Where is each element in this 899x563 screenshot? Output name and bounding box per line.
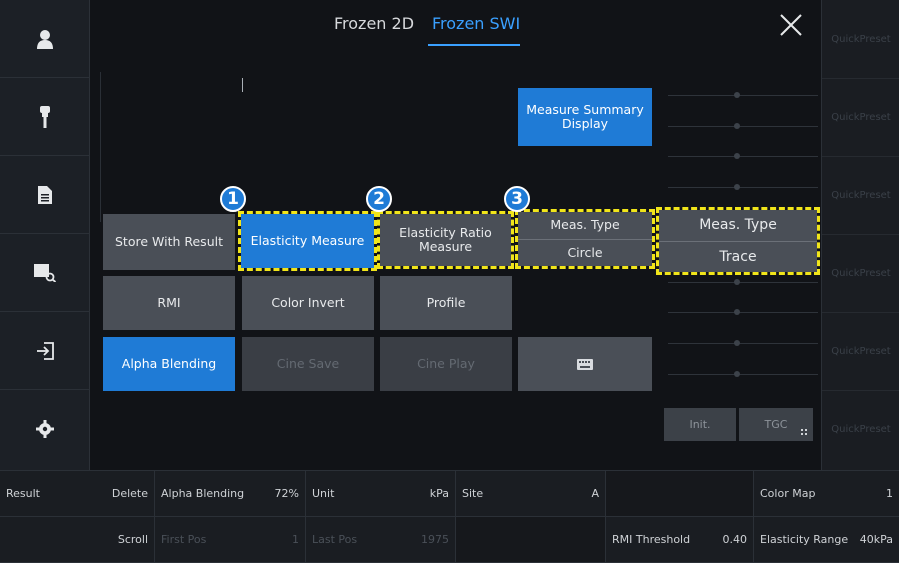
exit-icon	[37, 341, 54, 360]
keyboard-icon	[577, 358, 593, 370]
tgc-slider-handle[interactable]	[734, 153, 740, 159]
elasticity-measure-button[interactable]: Elasticity Measure	[238, 211, 377, 271]
active-tab-indicator	[428, 44, 520, 46]
tgc-track	[668, 156, 818, 157]
review-button[interactable]	[0, 234, 90, 312]
store-with-result-button[interactable]: Store With Result	[103, 214, 235, 270]
meas-type-trace-button[interactable]: Meas. Type Trace	[656, 207, 820, 275]
tgc-slider-handle[interactable]	[734, 371, 740, 377]
review-icon	[34, 263, 56, 282]
tgc-slider-handle[interactable]	[734, 309, 740, 315]
tab-frozen-swi[interactable]: Frozen SWI	[432, 14, 520, 33]
keyboard-button[interactable]	[518, 337, 652, 391]
step-badge-2: 2	[366, 186, 392, 212]
tgc-slider-handle[interactable]	[734, 92, 740, 98]
control-value: 40kPa	[859, 533, 893, 546]
control-label: Last Pos	[312, 533, 358, 546]
tgc-track	[668, 343, 818, 344]
elasticity-range-control[interactable]: Elasticity Range 40kPa	[754, 517, 899, 563]
tgc-track	[668, 312, 818, 313]
meas-type-circle-button[interactable]: Meas. Type Circle	[515, 209, 655, 269]
profile-button[interactable]: Profile	[380, 276, 512, 330]
quick-preset-button[interactable]: QuickPreset	[822, 234, 899, 313]
init-button[interactable]: Init.	[664, 408, 736, 441]
tgc-track	[668, 282, 818, 283]
settings-icon	[36, 419, 54, 438]
step-badge-1: 1	[220, 186, 246, 212]
bottom-control-bar: Result Delete Alpha Blending 72% Unit kP…	[0, 470, 899, 563]
alpha-blending-control[interactable]: Alpha Blending 72%	[155, 471, 306, 517]
patient-button[interactable]	[0, 0, 90, 78]
tgc-track	[668, 187, 818, 188]
tgc-track	[668, 95, 818, 96]
result-control[interactable]: Result Delete	[0, 471, 155, 517]
last-pos-control: Last Pos 1975	[306, 517, 456, 563]
document-icon	[38, 185, 52, 204]
close-icon[interactable]	[778, 12, 804, 38]
control-value: kPa	[429, 487, 449, 500]
control-value: Delete	[111, 487, 148, 500]
control-value: 1	[292, 533, 299, 546]
first-pos-control: First Pos 1	[155, 517, 306, 563]
tgc-button[interactable]: TGC	[739, 408, 813, 441]
quick-preset-button[interactable]: QuickPreset	[822, 156, 899, 235]
measure-summary-display-button[interactable]: Measure Summary Display	[518, 88, 652, 146]
meas-type-label: Meas. Type	[518, 212, 652, 240]
control-value: 1975	[421, 533, 449, 546]
scroll-control[interactable]: Scroll	[0, 517, 155, 563]
quick-preset-sidebar: QuickPreset QuickPreset QuickPreset Quic…	[821, 0, 899, 470]
elasticity-ratio-measure-button[interactable]: Elasticity Ratio Measure	[377, 211, 514, 269]
guide-line	[100, 72, 101, 222]
quick-preset-button[interactable]: QuickPreset	[822, 78, 899, 157]
step-badge-3: 3	[504, 186, 530, 212]
quick-preset-button[interactable]: QuickPreset	[822, 0, 899, 79]
control-label: Color Map	[760, 487, 816, 500]
tgc-slider-handle[interactable]	[734, 340, 740, 346]
report-button[interactable]	[0, 156, 90, 234]
control-label: Alpha Blending	[161, 487, 245, 500]
probe-button[interactable]	[0, 78, 90, 156]
empty-control	[606, 471, 754, 517]
user-icon	[37, 29, 53, 49]
meas-type-label: Meas. Type	[659, 210, 817, 242]
tgc-label: TGC	[764, 417, 788, 431]
control-value: 1	[886, 487, 893, 500]
tgc-slider-handle[interactable]	[734, 279, 740, 285]
grid-icon	[801, 429, 807, 435]
control-value: Scroll	[117, 533, 148, 546]
quick-preset-button[interactable]: QuickPreset	[822, 390, 899, 468]
tgc-slider-handle[interactable]	[734, 123, 740, 129]
control-label: First Pos	[161, 533, 207, 546]
meas-type-value: Trace	[719, 248, 757, 265]
control-label: Elasticity Range	[760, 533, 849, 546]
control-value: 0.40	[722, 533, 748, 546]
meas-type-value: Circle	[567, 244, 603, 260]
quick-preset-button[interactable]: QuickPreset	[822, 312, 899, 391]
control-label: Unit	[312, 487, 335, 500]
probe-icon	[40, 105, 50, 128]
empty-control	[456, 517, 606, 563]
color-map-control[interactable]: Color Map 1	[754, 471, 899, 517]
cine-play-button: Cine Play	[380, 337, 512, 391]
control-value: 72%	[274, 487, 299, 500]
tab-frozen-2d[interactable]: Frozen 2D	[334, 14, 414, 33]
cursor-marker	[242, 78, 243, 92]
alpha-blending-button[interactable]: Alpha Blending	[103, 337, 235, 391]
control-value: A	[591, 487, 599, 500]
exit-button[interactable]	[0, 312, 90, 390]
control-label: Result	[6, 487, 40, 500]
rmi-button[interactable]: RMI	[103, 276, 235, 330]
settings-button[interactable]	[0, 390, 90, 467]
left-sidebar	[0, 0, 90, 470]
control-label: RMI Threshold	[612, 533, 691, 546]
tgc-slider-handle[interactable]	[734, 184, 740, 190]
color-invert-button[interactable]: Color Invert	[242, 276, 374, 330]
control-label: Site	[462, 487, 484, 500]
cine-save-button: Cine Save	[242, 337, 374, 391]
tgc-track	[668, 374, 818, 375]
unit-control[interactable]: Unit kPa	[306, 471, 456, 517]
tgc-track	[668, 126, 818, 127]
rmi-threshold-control[interactable]: RMI Threshold 0.40	[606, 517, 754, 563]
site-control[interactable]: Site A	[456, 471, 606, 517]
